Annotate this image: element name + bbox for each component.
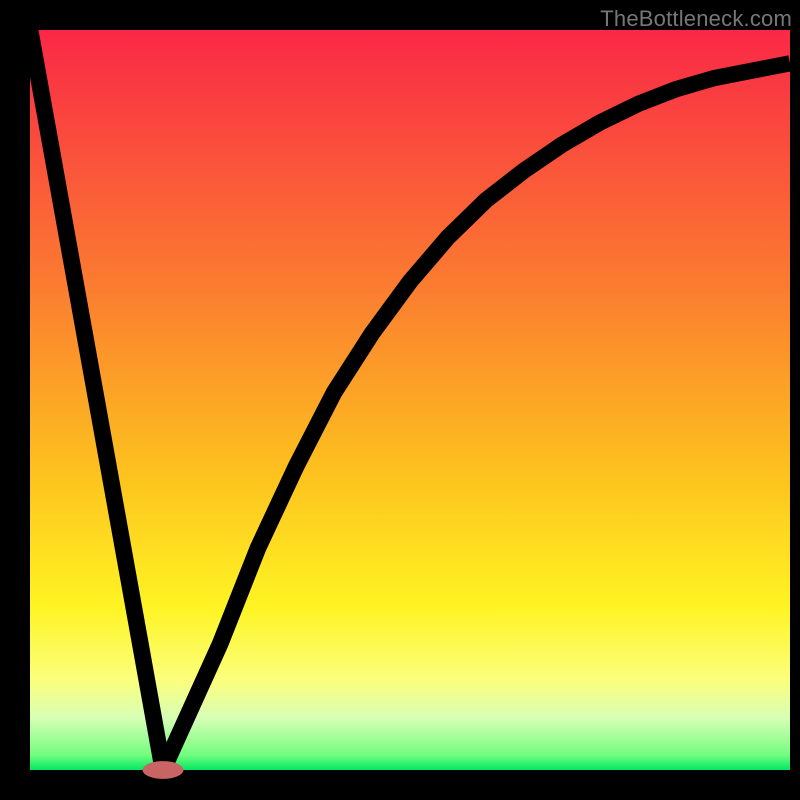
chart-frame: TheBottleneck.com — [0, 0, 800, 800]
left-arm-path — [30, 30, 163, 770]
plot-area — [30, 30, 790, 770]
minimum-marker — [142, 761, 183, 779]
curves-svg — [30, 30, 790, 770]
right-arm-path — [163, 63, 790, 770]
watermark-text: TheBottleneck.com — [600, 6, 792, 32]
